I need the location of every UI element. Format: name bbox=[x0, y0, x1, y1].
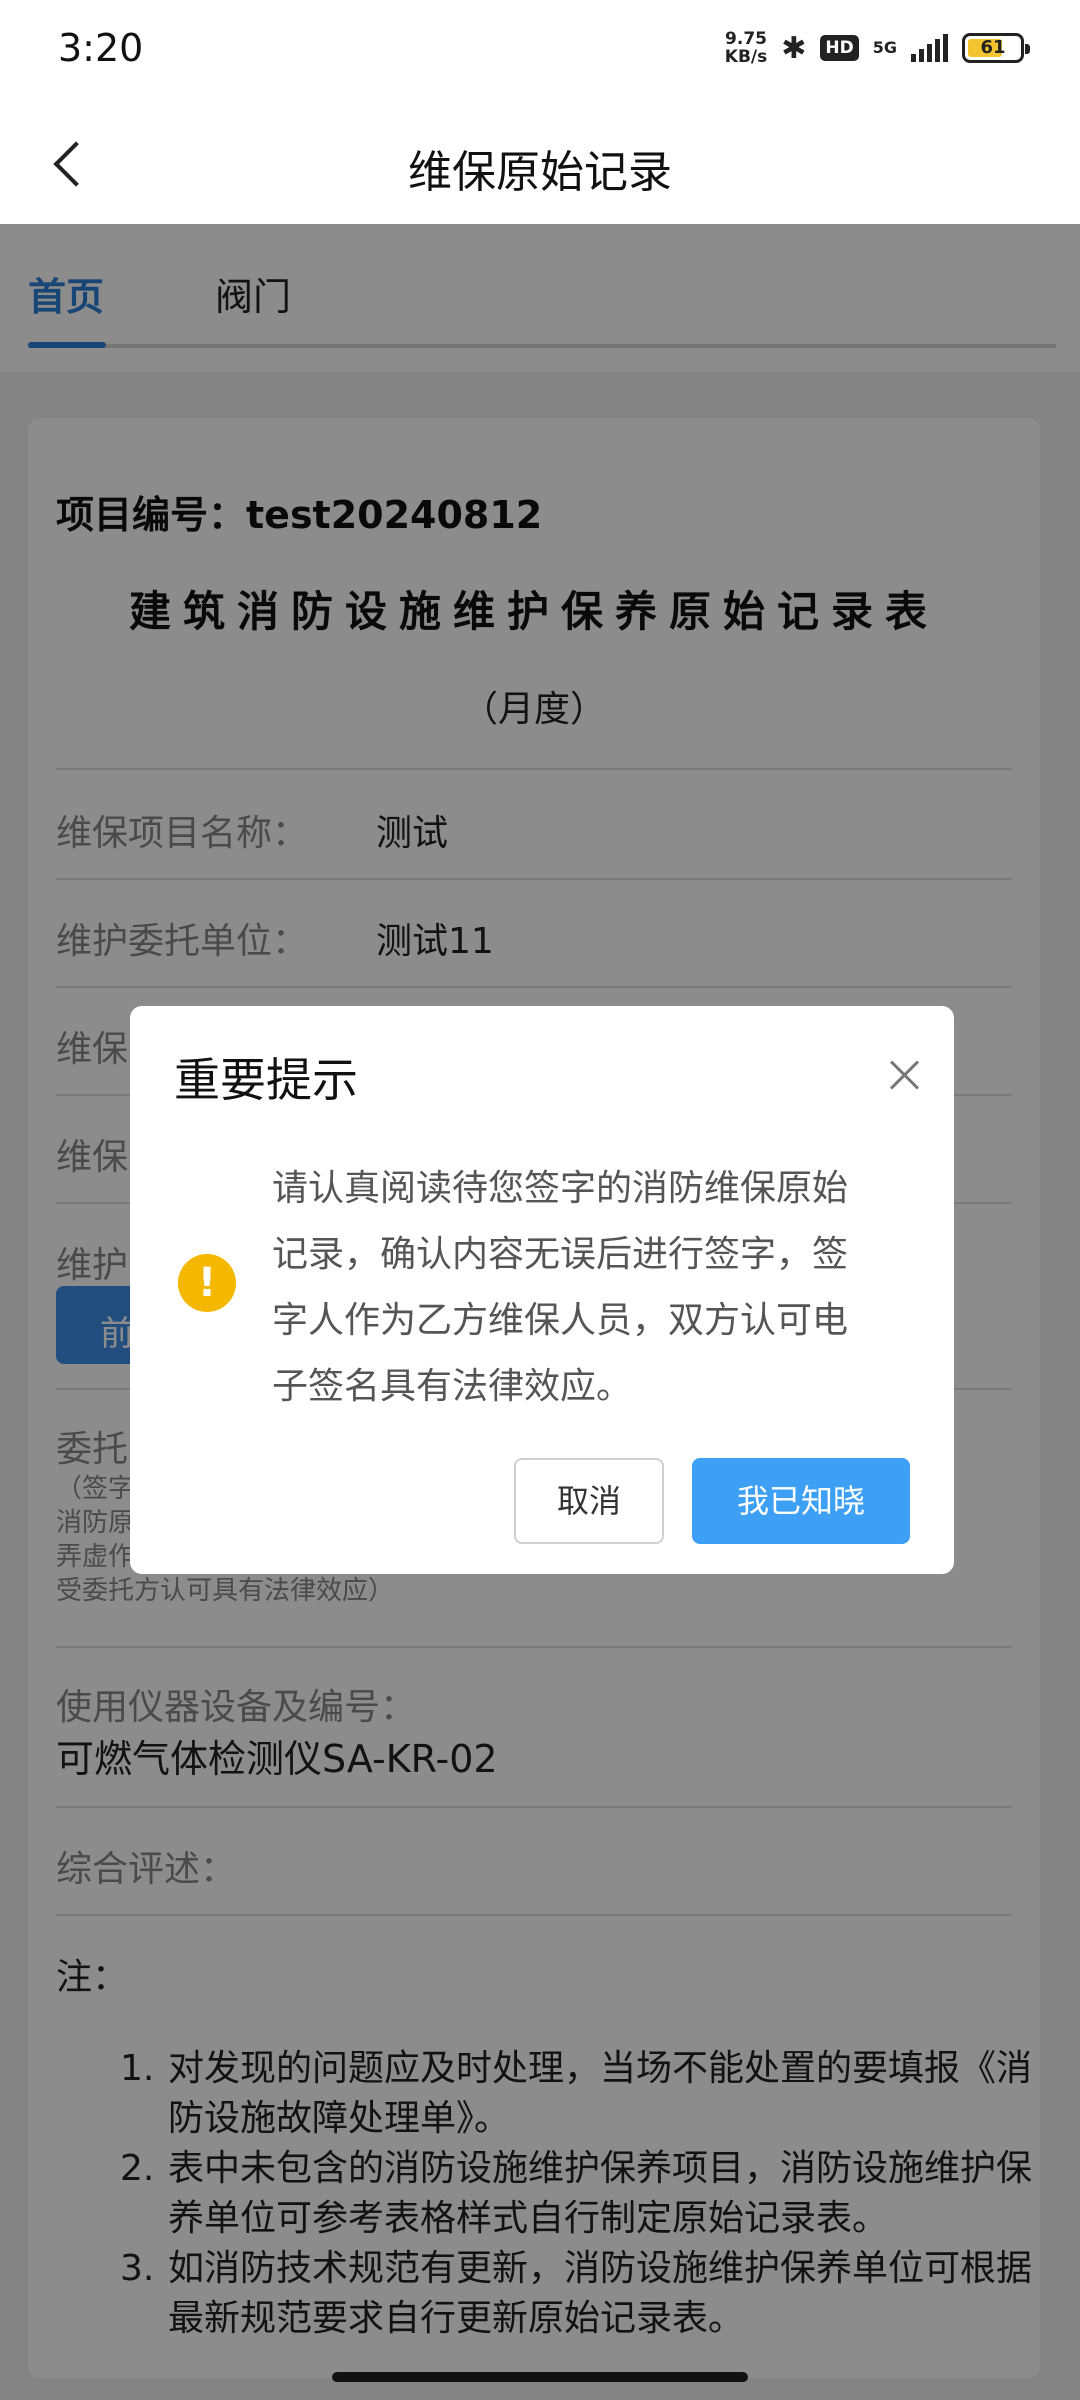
signal-icon bbox=[911, 34, 948, 62]
network-speed: 9.75 KB/s bbox=[725, 30, 767, 66]
battery-icon: 61 bbox=[962, 33, 1030, 63]
network-speed-value: 9.75 bbox=[725, 29, 767, 49]
close-icon[interactable] bbox=[886, 1056, 924, 1094]
cancel-button[interactable]: 取消 bbox=[514, 1458, 664, 1544]
battery-level: 61 bbox=[980, 37, 1006, 58]
status-time: 3:20 bbox=[58, 26, 144, 70]
dialog-title: 重要提示 bbox=[174, 1053, 358, 1107]
hd-icon: HD bbox=[820, 35, 859, 61]
page-title: 维保原始记录 bbox=[408, 147, 672, 198]
important-notice-dialog: 重要提示 ! 请认真阅读待您签字的消防维保原始记录，确认内容无误后进行签字，签字… bbox=[130, 1006, 954, 1574]
warning-icon: ! bbox=[178, 1254, 236, 1312]
network-speed-unit: KB/s bbox=[724, 47, 768, 67]
home-indicator[interactable] bbox=[332, 2372, 748, 2382]
dialog-message: 请认真阅读待您签字的消防维保原始记录，确认内容无误后进行签字，签字人作为乙方维保… bbox=[272, 1168, 849, 1407]
nav-bar: 维保原始记录 bbox=[0, 100, 1080, 224]
status-bar: 3:20 9.75 KB/s ✱ HD 5G 61 bbox=[0, 0, 1080, 100]
network-type: 5G bbox=[872, 38, 897, 57]
bluetooth-icon: ✱ bbox=[781, 30, 807, 66]
status-icons: 9.75 KB/s ✱ HD 5G 61 bbox=[725, 30, 1030, 66]
acknowledge-button[interactable]: 我已知晓 bbox=[692, 1458, 910, 1544]
